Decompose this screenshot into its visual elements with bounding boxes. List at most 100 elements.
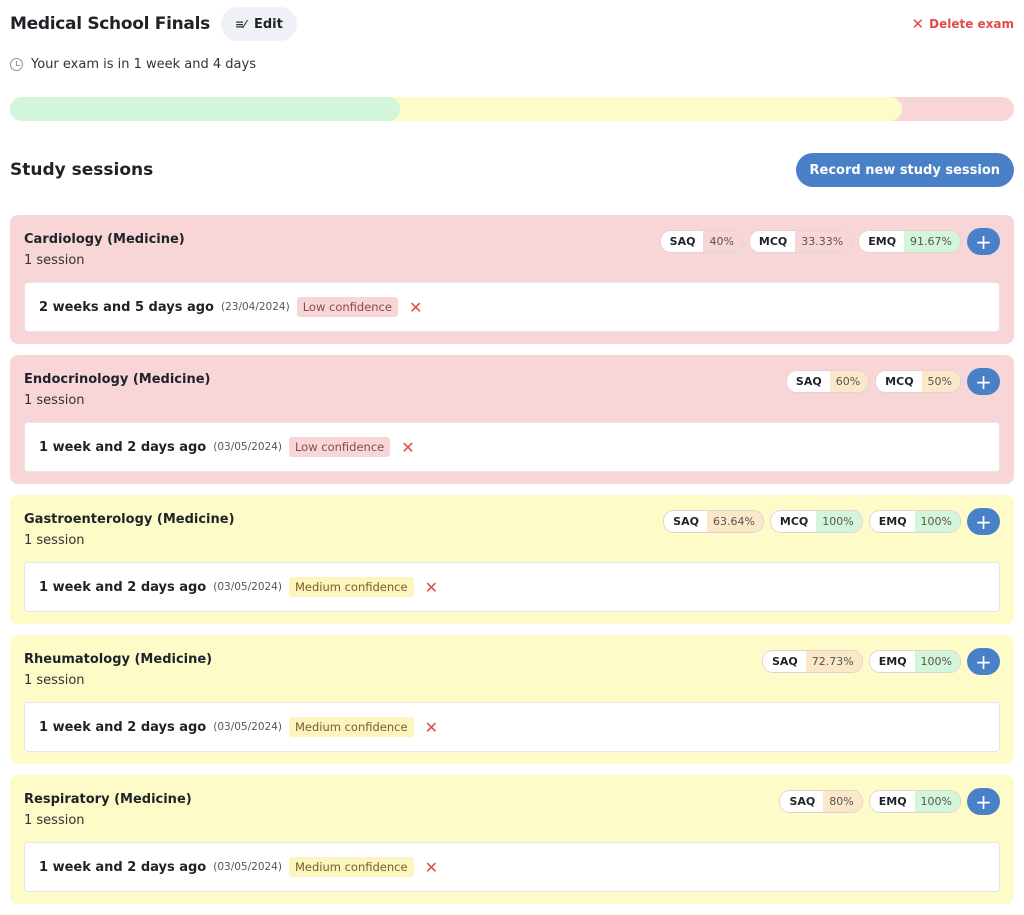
plus-icon: + [975,509,992,534]
session-row: 1 week and 2 days ago (03/05/2024) Medium … [24,562,1000,612]
score-badge-emq: EMQ 100% [868,650,961,673]
exam-header: Medical School Finals ≡⁄ Edit [10,7,297,41]
confidence-badge: Low confidence [288,437,391,457]
score-type: SAQ [780,791,824,812]
remove-session-button[interactable]: ✕ [401,438,414,457]
score-badges: SAQ 40% MCQ 33.33% EMQ 91.67% + [654,228,1000,255]
score-badges: SAQ 63.64% MCQ 100% EMQ 100% + [657,508,1000,535]
clock-icon [10,58,23,71]
add-session-button[interactable]: + [967,228,1000,255]
close-icon: ✕ [911,15,925,33]
countdown-text: Your exam is in 1 week and 4 days [31,57,256,72]
session-row: 1 week and 2 days ago (03/05/2024) Low con… [24,422,1000,472]
session-date: (03/05/2024) [213,721,282,733]
session-date: (03/05/2024) [213,581,282,593]
section-title: Study sessions [10,160,154,180]
score-value: 60% [829,371,869,392]
score-type: MCQ [770,511,817,532]
session-ago: 2 weeks and 5 days ago [39,299,214,315]
score-value: 63.64% [706,511,763,532]
close-icon: ✕ [408,297,423,317]
confidence-badge: Low confidence [296,297,398,317]
score-value: 33.33% [795,231,852,252]
session-count: 1 session [24,393,85,408]
score-type: EMQ [869,651,915,672]
session-date: (03/05/2024) [213,861,282,873]
exam-countdown: Your exam is in 1 week and 4 days [10,57,256,72]
score-type: EMQ [859,231,905,252]
score-value: 100% [914,511,960,532]
score-badge-saq: SAQ 80% [779,790,863,813]
score-type: MCQ [749,231,796,252]
add-session-button[interactable]: + [967,368,1000,395]
session-row: 1 week and 2 days ago (03/05/2024) Medium … [24,842,1000,892]
score-badge-emq: EMQ 100% [868,510,961,533]
score-badge-saq: SAQ 60% [785,370,870,393]
topic-card: Respiratory (Medicine) 1 session SAQ 80% EMQ… [10,775,1014,904]
session-row: 1 week and 2 days ago (03/05/2024) Medium … [24,702,1000,752]
add-session-button[interactable]: + [967,508,1000,535]
close-icon: ✕ [424,577,438,597]
plus-icon: + [975,369,992,394]
session-ago: 1 week and 2 days ago [39,439,207,455]
remove-session-button[interactable]: ✕ [425,718,438,737]
progress-segment-medium [387,97,902,121]
session-ago: 1 week and 2 days ago [39,579,207,595]
close-icon: ✕ [401,437,415,457]
session-date: (23/04/2024) [220,301,290,313]
delete-label: Delete exam [929,17,1014,31]
score-type: EMQ [869,511,915,532]
topic-card: Rheumatology (Medicine) 1 session SAQ 72.73… [10,635,1014,764]
remove-session-button[interactable]: ✕ [425,578,438,597]
session-ago: 1 week and 2 days ago [39,859,207,875]
score-badge-saq: SAQ 63.64% [663,510,764,533]
add-session-button[interactable]: + [967,648,1000,675]
session-date: (03/05/2024) [213,441,282,453]
score-value: 80% [823,791,862,812]
exam-title: Medical School Finals [10,14,210,34]
plus-icon: + [975,649,992,674]
session-ago: 1 week and 2 days ago [39,719,207,735]
topic-card: Cardiology (Medicine) 1 session SAQ 40% MCQ 3… [10,215,1014,344]
score-type: MCQ [876,371,922,392]
remove-session-button[interactable]: ✕ [425,858,438,877]
plus-icon: + [975,789,992,814]
topic-card: Gastroenterology (Medicine) 1 session SAQ 6… [10,495,1014,624]
score-badges: SAQ 72.73% EMQ 100% + [756,648,1000,675]
topic-card: Endocrinology (Medicine) 1 session SAQ 60% M… [10,355,1014,484]
session-row: 2 weeks and 5 days ago (23/04/2024) Low co… [24,282,1000,332]
session-count: 1 session [24,253,85,268]
confidence-badge: Medium confidence [288,857,414,877]
delete-exam-button[interactable]: ✕ Delete exam [912,15,1014,33]
edit-button[interactable]: ≡⁄ Edit [220,7,297,41]
plus-icon: + [975,229,992,254]
edit-list-icon: ≡⁄ [234,17,246,31]
topic-list: Cardiology (Medicine) 1 session SAQ 40% MCQ 3… [10,215,1014,915]
score-badge-emq: EMQ 100% [868,790,961,813]
score-badge-mcq: MCQ 50% [875,370,961,393]
close-icon: ✕ [424,717,438,737]
score-badge-saq: SAQ 72.73% [761,650,863,673]
session-count: 1 session [24,533,85,548]
session-count: 1 session [24,673,85,688]
add-session-button[interactable]: + [967,788,1000,815]
score-badges: SAQ 60% MCQ 50% + [780,368,1000,395]
score-value: 50% [921,371,960,392]
confidence-badge: Medium confidence [288,577,414,597]
score-badge-saq: SAQ 40% [659,230,743,253]
record-session-button[interactable]: Record new study session [795,153,1014,187]
score-type: SAQ [762,651,806,672]
score-value: 72.73% [805,651,862,672]
score-type: SAQ [664,511,707,532]
score-badges: SAQ 80% EMQ 100% + [773,788,1000,815]
score-type: EMQ [869,791,915,812]
confidence-progress-bar [10,97,1014,121]
remove-session-button[interactable]: ✕ [409,298,422,317]
confidence-badge: Medium confidence [288,717,414,737]
score-badge-emq: EMQ 91.67% [858,230,961,253]
score-value: 100% [914,791,960,812]
score-value: 100% [816,511,862,532]
score-value: 91.67% [904,231,960,252]
score-value: 40% [703,231,742,252]
progress-segment-good [10,97,400,121]
